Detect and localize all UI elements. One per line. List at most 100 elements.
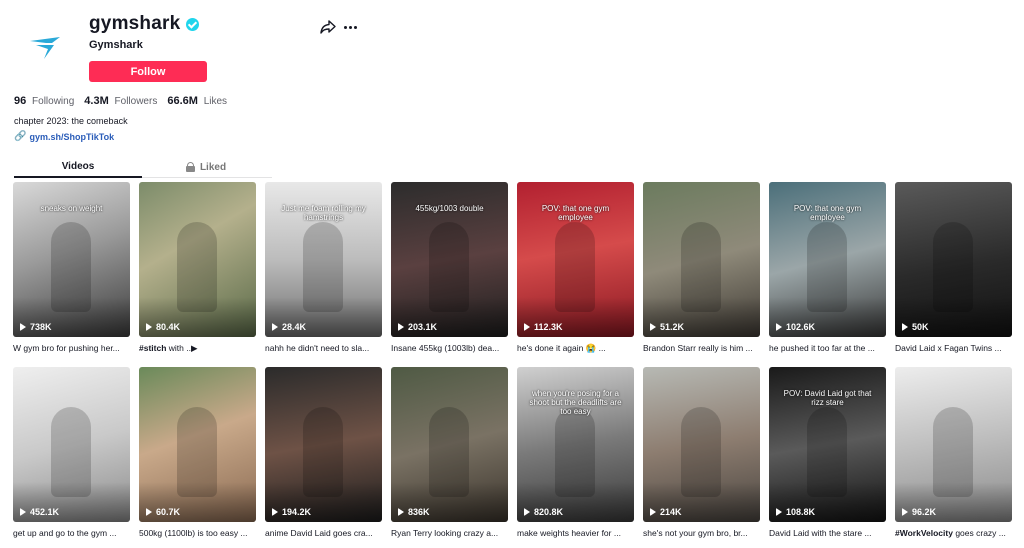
video-item[interactable]: sneaks on weight 738K W gym bro for pushin… <box>13 182 130 354</box>
video-item[interactable]: 51.2K Brandon Starr really is him ... <box>643 182 760 354</box>
video-item[interactable]: 194.2K anime David Laid goes cra... <box>265 367 382 538</box>
video-description[interactable]: make weights heavier for ... <box>517 528 634 538</box>
view-count: 203.1K <box>398 322 437 332</box>
video-description[interactable]: Ryan Terry looking crazy a... <box>391 528 508 538</box>
video-thumbnail[interactable]: 455kg/1003 double 203.1K <box>391 182 508 337</box>
play-icon <box>776 323 782 331</box>
view-count-text: 108.8K <box>786 507 816 517</box>
video-thumbnail[interactable]: POV: David Laid got that rizz stare 108.8… <box>769 367 886 522</box>
video-description[interactable]: Insane 455kg (1003lb) dea... <box>391 343 508 353</box>
video-description[interactable]: nahh he didn't need to sla... <box>265 343 382 353</box>
gymshark-logo-icon <box>30 37 60 59</box>
video-thumbnail[interactable]: sneaks on weight 738K <box>13 182 130 337</box>
video-description[interactable]: anime David Laid goes cra... <box>265 528 382 538</box>
play-icon <box>650 323 656 331</box>
video-thumbnail[interactable]: POV: that one gym employee 112.3K <box>517 182 634 337</box>
profile-header: gymshark Gymshark Follow 96 Following 4.… <box>0 0 1024 150</box>
view-count: 108.8K <box>776 507 815 517</box>
video-item[interactable]: 836K Ryan Terry looking crazy a... <box>391 367 508 538</box>
play-icon <box>272 323 278 331</box>
avatar[interactable] <box>14 16 78 80</box>
video-thumbnail[interactable]: 96.2K <box>895 367 1012 522</box>
play-icon <box>524 323 530 331</box>
tab-videos[interactable]: Videos <box>14 156 142 178</box>
view-count-text: 203.1K <box>408 322 438 332</box>
video-thumbnail[interactable]: 51.2K <box>643 182 760 337</box>
video-overlay-text: when you're posing for a shoot but the d… <box>529 389 622 416</box>
video-item[interactable]: POV: David Laid got that rizz stare 108.8… <box>769 367 886 538</box>
video-item[interactable]: 80.4K #stitch with ..▶ <box>139 182 256 354</box>
following-count: 96 <box>14 95 27 107</box>
more-options-icon[interactable] <box>342 19 358 35</box>
view-count: 452.1K <box>20 507 59 517</box>
play-icon <box>650 508 656 516</box>
username-text: gymshark <box>89 13 181 34</box>
video-description[interactable]: #WorkVelocity goes crazy ... <box>895 528 1012 538</box>
view-count-text: 820.8K <box>534 507 564 517</box>
video-description[interactable]: get up and go to the gym ... <box>13 528 130 538</box>
video-thumbnail[interactable]: 80.4K <box>139 182 256 337</box>
video-item[interactable]: 455kg/1003 double 203.1K Insane 455kg (100… <box>391 182 508 354</box>
play-icon <box>20 508 26 516</box>
video-description[interactable]: W gym bro for pushing her... <box>13 343 130 353</box>
video-thumbnail[interactable]: Just me foam rolling my hamstrings 28.4K <box>265 182 382 337</box>
video-item[interactable]: 96.2K #WorkVelocity goes crazy ... <box>895 367 1012 538</box>
video-item[interactable]: 214K she's not your gym bro, br... <box>643 367 760 538</box>
view-count: 194.2K <box>272 507 311 517</box>
video-description[interactable]: #stitch with ..▶ <box>139 343 256 354</box>
view-count: 102.6K <box>776 322 815 332</box>
profile-stats: 96 Following 4.3M Followers 66.6M Likes <box>14 95 227 107</box>
play-icon <box>902 508 908 516</box>
video-thumbnail[interactable]: 60.7K <box>139 367 256 522</box>
play-icon <box>398 508 404 516</box>
video-description[interactable]: Brandon Starr really is him ... <box>643 343 760 353</box>
video-item[interactable]: 452.1K get up and go to the gym ... <box>13 367 130 538</box>
profile-username: gymshark <box>89 13 200 35</box>
video-item[interactable]: POV: that one gym employee 102.6K he pushe… <box>769 182 886 354</box>
video-overlay-text: POV: that one gym employee <box>541 204 610 222</box>
video-grid: sneaks on weight 738K W gym bro for pushin… <box>13 182 1012 538</box>
profile-link[interactable]: 🔗 gym.sh/ShopTikTok <box>14 131 114 142</box>
view-count-text: 51.2K <box>660 322 685 332</box>
view-count: 214K <box>650 507 682 517</box>
video-thumbnail[interactable]: when you're posing for a shoot but the d… <box>517 367 634 522</box>
following-stat[interactable]: 96 Following <box>14 95 74 107</box>
video-thumbnail[interactable]: 50K <box>895 182 1012 337</box>
video-thumbnail[interactable]: 836K <box>391 367 508 522</box>
video-description[interactable]: she's not your gym bro, br... <box>643 528 760 538</box>
tab-liked[interactable]: Liked <box>142 156 270 178</box>
video-thumbnail[interactable]: POV: that one gym employee 102.6K <box>769 182 886 337</box>
view-count: 112.3K <box>524 322 563 332</box>
video-description[interactable]: David Laid with the stare ... <box>769 528 886 538</box>
tab-liked-label: Liked <box>199 161 227 173</box>
followers-stat[interactable]: 4.3M Followers <box>84 95 157 107</box>
video-description[interactable]: David Laid x Fagan Twins ... <box>895 343 1012 353</box>
video-item[interactable]: POV: that one gym employee 112.3K he's don… <box>517 182 634 354</box>
profile-link-text[interactable]: gym.sh/ShopTikTok <box>29 132 114 142</box>
video-item[interactable]: 60.7K 500kg (1100lb) is too easy ... <box>139 367 256 538</box>
video-description[interactable]: he's done it again 😭 ... <box>517 343 634 354</box>
video-description[interactable]: he pushed it too far at the ... <box>769 343 886 353</box>
view-count: 80.4K <box>146 322 180 332</box>
video-overlay-text: 455kg/1003 double <box>415 204 484 213</box>
verified-badge-icon <box>186 17 200 31</box>
view-count-text: 738K <box>30 322 52 332</box>
follow-button[interactable]: Follow <box>89 61 207 82</box>
likes-stat: 66.6M Likes <box>167 95 227 107</box>
video-item[interactable]: 50K David Laid x Fagan Twins ... <box>895 182 1012 354</box>
video-item[interactable]: when you're posing for a shoot but the d… <box>517 367 634 538</box>
video-thumbnail[interactable]: 194.2K <box>265 367 382 522</box>
share-icon[interactable] <box>320 19 336 35</box>
video-description[interactable]: 500kg (1100lb) is too easy ... <box>139 528 256 538</box>
view-count-text: 50K <box>912 322 929 332</box>
video-thumbnail[interactable]: 452.1K <box>13 367 130 522</box>
video-item[interactable]: Just me foam rolling my hamstrings 28.4K n… <box>265 182 382 354</box>
likes-count: 66.6M <box>167 95 198 107</box>
view-count: 28.4K <box>272 322 306 332</box>
tab-videos-label: Videos <box>61 160 95 172</box>
play-icon <box>20 323 26 331</box>
view-count: 738K <box>20 322 52 332</box>
video-thumbnail[interactable]: 214K <box>643 367 760 522</box>
view-count-text: 60.7K <box>156 507 181 517</box>
view-count: 96.2K <box>902 507 936 517</box>
